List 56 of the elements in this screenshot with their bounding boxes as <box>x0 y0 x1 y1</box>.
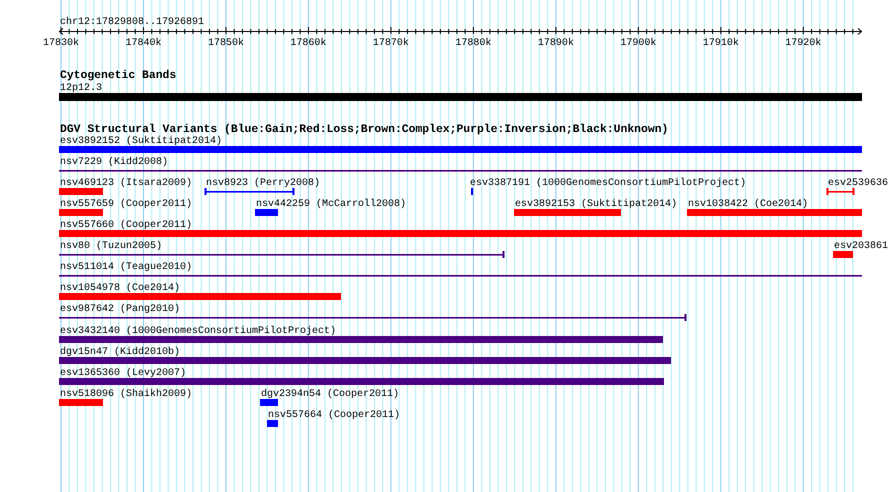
variant-label: dgv2394n54 (Cooper2011) <box>261 389 400 400</box>
variant-label: nsv1054978 (Coe2014) <box>60 283 180 294</box>
variant-label: nsv557659 (Cooper2011) <box>60 199 192 210</box>
variant-bar[interactable] <box>514 209 621 216</box>
variant-label: nsv442259 (McCarroll2008) <box>256 199 406 210</box>
variant-label: nsv518096 (Shaikh2009) <box>60 389 192 400</box>
tick-label: 17910k <box>702 38 739 49</box>
variant-bar[interactable] <box>255 209 278 216</box>
tick-label: 17900k <box>620 38 656 49</box>
tick-label: 17830k <box>43 38 79 49</box>
variant-line[interactable] <box>204 188 294 195</box>
variant-line[interactable] <box>59 170 862 172</box>
variant-bar[interactable] <box>687 209 862 216</box>
variant-bar[interactable] <box>59 146 862 153</box>
variant-bar[interactable] <box>59 230 862 237</box>
variant-line[interactable] <box>59 314 686 321</box>
variant-bar[interactable] <box>59 188 103 195</box>
tick-label: 17870k <box>372 38 409 49</box>
tick-label: 17850k <box>208 38 244 49</box>
track-title: DGV Structural Variants (Blue:Gain;Red:Loss;Brown:Complex;Purple:Inversion;Black:Unknown) <box>60 124 668 136</box>
variant-label: dgv15n47 (Kidd2010b) <box>60 347 180 358</box>
variant-label: esv3432140 (1000GenomesConsortiumPilotProject) <box>60 326 336 337</box>
tick-label: 17860k <box>290 38 326 49</box>
tick-label: 17840k <box>125 38 162 49</box>
variant-bar[interactable] <box>260 399 278 406</box>
variant-bar[interactable] <box>59 336 663 343</box>
variant-label: esv1365360 (Levy2007) <box>60 368 186 379</box>
variant-label: esv987642 (Pang2010) <box>60 304 180 315</box>
variant-label: nsv469123 (Itsara2009) <box>60 178 192 189</box>
variant-label: nsv7229 (Kidd2008) <box>60 157 168 168</box>
variant-line[interactable] <box>59 275 862 277</box>
tick-label: 17880k <box>455 38 492 49</box>
band-label: 12p12.3 <box>60 83 102 94</box>
variant-label: nsv1038422 (Coe2014) <box>688 199 808 210</box>
track-title: Cytogenetic Bands <box>60 70 176 82</box>
variant-label: nsv511014 (Teague2010) <box>60 262 192 273</box>
variant-bar[interactable] <box>59 357 671 364</box>
variant-label: nsv557664 (Cooper2011) <box>268 410 400 421</box>
ruler-title: chr12:17829808..17926891 <box>60 17 204 28</box>
tick-label: 17920k <box>785 38 822 49</box>
tick-label: 17890k <box>538 38 574 49</box>
variant-bar[interactable] <box>59 378 664 385</box>
variant-label: nsv8923 (Perry2008) <box>206 178 320 189</box>
variant-label: nsv80 (Tuzun2005) <box>60 241 162 252</box>
variant-bar[interactable] <box>59 209 103 216</box>
variant-label: esv3387191 (1000GenomesConsortiumPilotProject) <box>470 178 746 189</box>
variant-bar[interactable] <box>267 420 278 427</box>
variant-line[interactable] <box>59 251 504 258</box>
variant-label: esv3892152 (Suktitipat2014) <box>60 136 222 147</box>
variant-label: esv203861 <box>834 241 888 252</box>
variant-label: esv3892153 (Suktitipat2014) <box>515 199 678 210</box>
variant-label: nsv557660 (Cooper2011) <box>60 220 192 231</box>
variant-bar[interactable] <box>59 293 341 300</box>
variant-bar[interactable] <box>59 399 103 406</box>
variant-bar[interactable] <box>833 251 853 258</box>
variant-label: esv2539636 <box>828 178 888 189</box>
